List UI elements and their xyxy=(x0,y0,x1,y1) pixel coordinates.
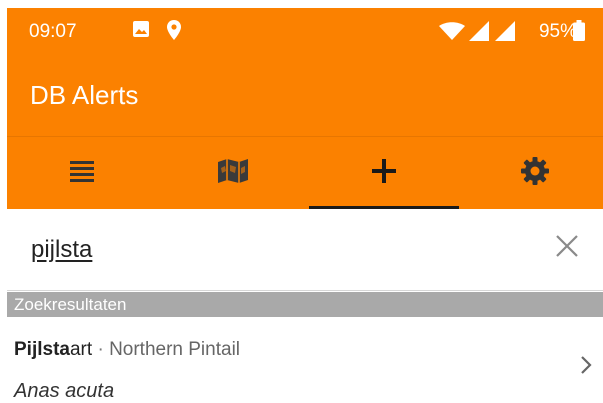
search-bar[interactable]: pijlsta xyxy=(7,209,603,289)
image-notification-icon xyxy=(132,20,150,43)
plus-icon xyxy=(371,159,396,188)
map-icon xyxy=(217,159,248,188)
location-icon xyxy=(167,20,181,45)
search-input[interactable]: pijlsta xyxy=(31,236,92,264)
result-scientific-name: Anas acuta xyxy=(14,380,115,402)
result-english-name: Northern Pintail xyxy=(109,339,241,360)
result-name-match: Pijlsta xyxy=(14,339,70,360)
app-screen: 09:07 95% DB Alerts pijlsta Zoekresultat… xyxy=(7,8,603,402)
result-name-rest: art xyxy=(69,339,93,360)
tab-bar xyxy=(7,136,603,210)
app-title: DB Alerts xyxy=(30,80,139,110)
list-item[interactable]: Pijlstaart · Northern Pintail Anas acuta xyxy=(7,317,603,402)
status-time: 09:07 xyxy=(29,21,77,42)
gear-icon xyxy=(520,157,549,190)
close-icon xyxy=(556,235,578,257)
result-separator: · xyxy=(92,339,110,360)
search-divider xyxy=(7,290,603,291)
chevron-right-icon xyxy=(580,355,592,380)
clear-search-button[interactable] xyxy=(555,234,585,264)
results-header: Zoekresultaten xyxy=(7,292,603,317)
tab-add[interactable] xyxy=(309,137,458,210)
cell-signal-2-icon xyxy=(495,21,515,46)
list-icon xyxy=(69,160,94,187)
status-bar: 09:07 95% xyxy=(7,8,603,52)
wifi-icon xyxy=(439,22,465,45)
battery-percent: 95% xyxy=(538,21,577,42)
result-name: Pijlstaart · Northern Pintail xyxy=(14,339,240,361)
battery-icon xyxy=(573,20,585,46)
cell-signal-icon xyxy=(469,21,489,46)
tab-map[interactable] xyxy=(158,137,307,210)
tab-list[interactable] xyxy=(7,137,156,210)
app-bar: DB Alerts xyxy=(7,52,603,136)
tab-settings[interactable] xyxy=(460,137,603,210)
